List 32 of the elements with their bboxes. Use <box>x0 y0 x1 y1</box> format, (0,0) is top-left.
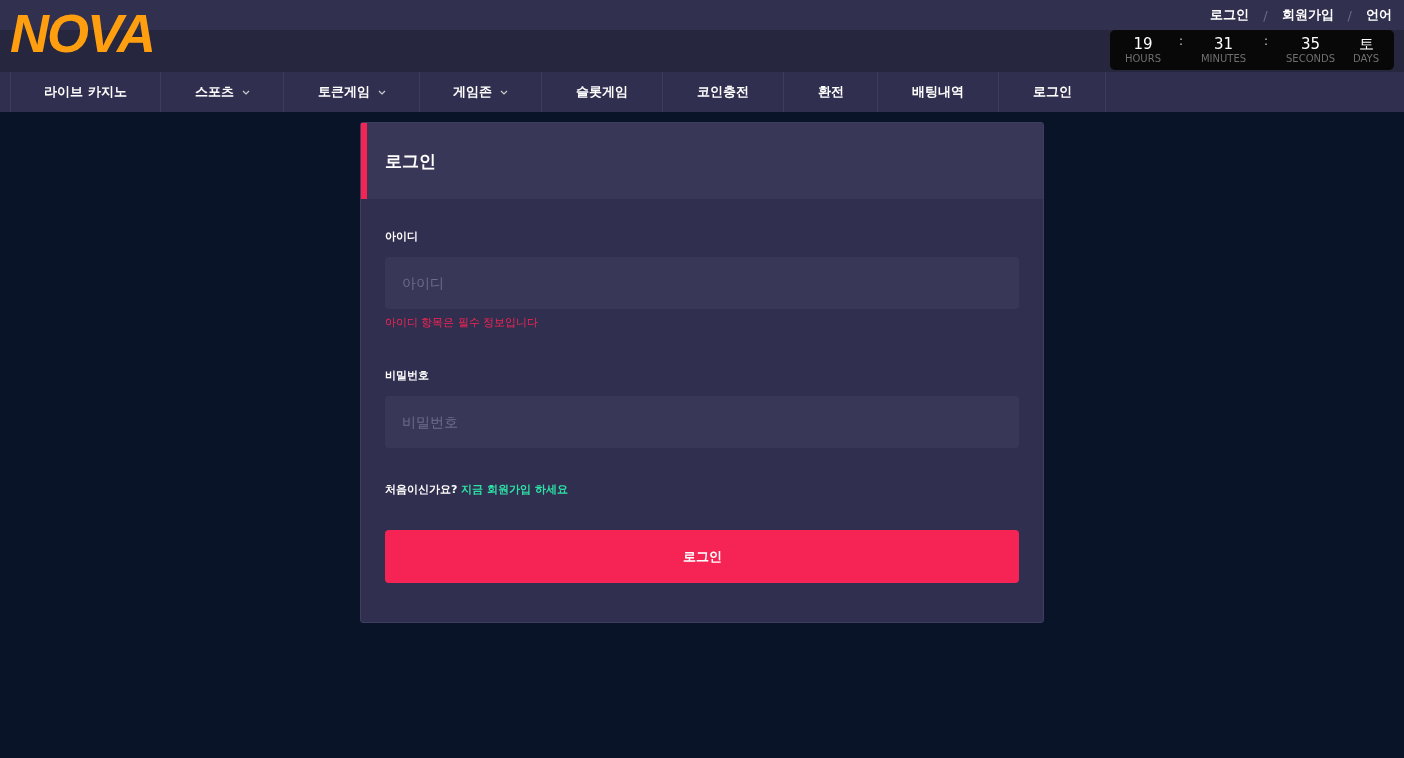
logo[interactable]: NOVA <box>10 6 154 60</box>
countdown-unit: HOURS <box>1124 53 1161 65</box>
nav-item[interactable]: 로그인 <box>998 72 1106 112</box>
colon: : <box>1178 34 1183 48</box>
field-label: 비밀번호 <box>385 368 430 383</box>
countdown-unit: MINUTES <box>1200 53 1247 65</box>
nav-item[interactable]: 라이브 카지노 <box>10 72 160 112</box>
nav-item[interactable]: 게임존 <box>419 72 541 112</box>
nav-item[interactable]: 환전 <box>783 72 877 112</box>
nav-item[interactable]: 스포츠 <box>160 72 283 112</box>
countdown-unit: DAYS <box>1353 53 1380 65</box>
login-button[interactable]: 로그인 <box>385 530 1019 583</box>
signup-link[interactable]: 지금 회원가입 하세요 <box>461 483 568 496</box>
nav-item[interactable]: 배팅내역 <box>877 72 998 112</box>
nav-item[interactable]: 슬롯게임 <box>541 72 662 112</box>
field-label: 아이디 <box>385 229 419 244</box>
separator: / <box>1347 7 1352 23</box>
header-link[interactable]: 언어 <box>1366 6 1392 24</box>
separator: / <box>1263 7 1268 23</box>
countdown-value: 35 <box>1300 35 1321 53</box>
countdown-unit: SECONDS <box>1286 53 1336 65</box>
header-link[interactable]: 로그인 <box>1210 6 1250 24</box>
countdown-value: 31 <box>1213 35 1234 53</box>
signup-prompt: 처음이신가요? 지금 회원가입 하세요 <box>385 482 569 497</box>
card-title: 로그인 <box>361 123 1043 199</box>
error-message: 아이디 항목은 필수 정보입니다 <box>385 315 540 330</box>
nav-item[interactable]: 코인충전 <box>662 72 783 112</box>
countdown-value: 토 <box>1358 35 1374 53</box>
nav-item[interactable]: 토큰게임 <box>283 72 419 112</box>
colon: : <box>1264 34 1269 48</box>
header-link[interactable]: 회원가입 <box>1281 6 1334 24</box>
countdown-value: 19 <box>1133 35 1153 53</box>
